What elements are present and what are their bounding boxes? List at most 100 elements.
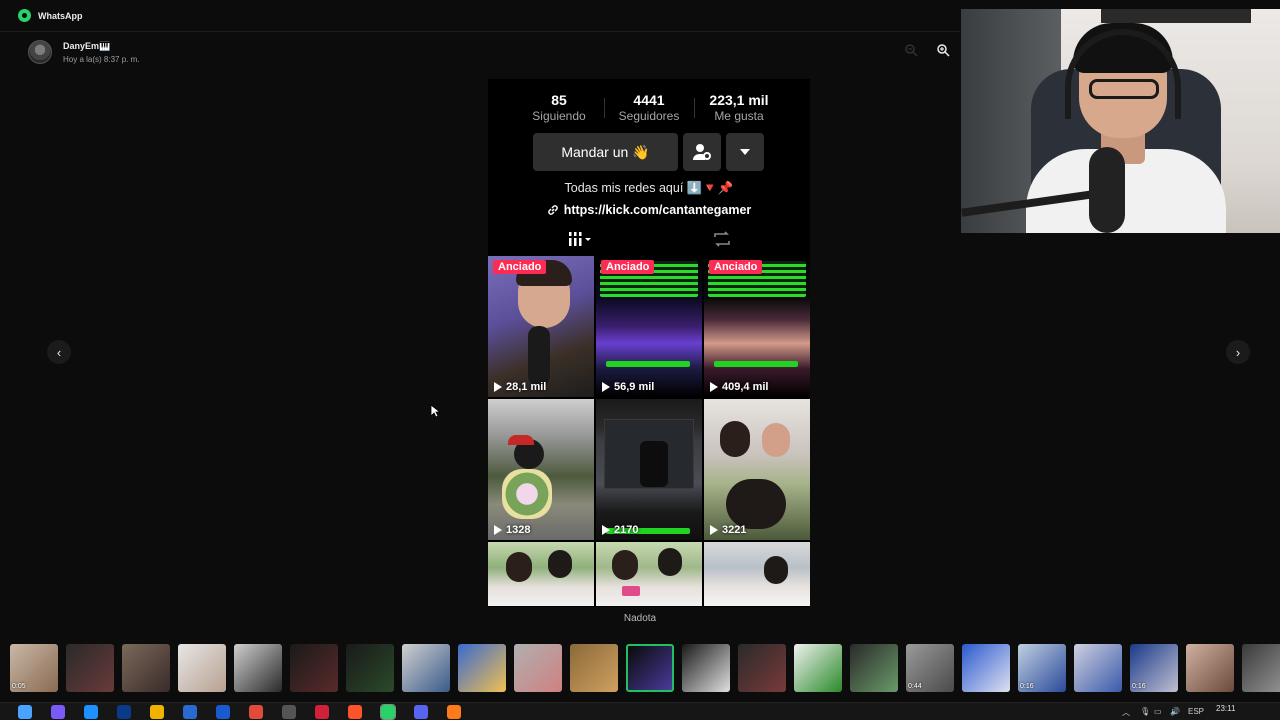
- view-count: 3221: [710, 524, 746, 536]
- outlook-icon[interactable]: [216, 705, 230, 719]
- media-thumbnail[interactable]: [346, 644, 394, 692]
- more-options-button[interactable]: [726, 133, 764, 171]
- volume-icon[interactable]: 🔊: [1170, 707, 1180, 716]
- user-settings-icon: [693, 144, 711, 160]
- media-caption: Nadota: [623, 613, 657, 624]
- media-image[interactable]: 85 Siguiendo 4441 Seguidores 223,1 mil M…: [488, 79, 810, 607]
- copilot-icon[interactable]: [51, 705, 65, 719]
- play-icon: [602, 525, 610, 535]
- media-thumbnail[interactable]: [850, 644, 898, 692]
- stat-followers[interactable]: 4441 Seguidores: [604, 92, 694, 123]
- app-title: WhatsApp: [38, 10, 83, 21]
- video-tile[interactable]: Anciado 56,9 mil: [596, 256, 702, 397]
- media-thumbnail[interactable]: [1186, 644, 1234, 692]
- whatsapp-icon[interactable]: [380, 704, 396, 720]
- video-tile[interactable]: [596, 542, 702, 606]
- media-thumbnail[interactable]: [66, 644, 114, 692]
- media-thumbnail[interactable]: [402, 644, 450, 692]
- repost-tab-icon[interactable]: [712, 231, 732, 247]
- play-icon: [710, 525, 718, 535]
- video-duration: 0:16: [1020, 683, 1034, 690]
- media-thumbnail[interactable]: [234, 644, 282, 692]
- zoom-out-icon[interactable]: [904, 43, 918, 57]
- microphone-icon[interactable]: 🎙: [1140, 707, 1150, 716]
- stat-following[interactable]: 85 Siguiendo: [514, 92, 604, 123]
- video-tile[interactable]: 1328: [488, 399, 594, 540]
- video-duration: 0:05: [12, 683, 26, 690]
- title-bar: WhatsApp: [0, 0, 960, 32]
- network-icon[interactable]: ▭: [1154, 707, 1162, 716]
- mouse-cursor-icon: [430, 404, 440, 418]
- video-tile[interactable]: Anciado 409,4 mil: [704, 256, 810, 397]
- link-icon: [547, 205, 558, 215]
- media-thumbnail[interactable]: 0:16: [1018, 644, 1066, 692]
- media-thumbnail[interactable]: 0:16: [1130, 644, 1178, 692]
- next-media-button[interactable]: ›: [1226, 340, 1250, 364]
- add-friend-button[interactable]: [683, 133, 721, 171]
- caret-down-icon: [740, 149, 750, 155]
- edge-icon[interactable]: [84, 705, 98, 719]
- media-thumbnail[interactable]: [458, 644, 506, 692]
- opera-gx-icon[interactable]: [315, 705, 329, 719]
- video-tile[interactable]: Anciado 28,1 mil: [488, 256, 594, 397]
- store-icon[interactable]: [183, 705, 197, 719]
- viewer-header: DanyEm🎹 Hoy a la(s) 8:37 p. m.: [0, 32, 960, 72]
- view-count: 28,1 mil: [494, 381, 546, 393]
- play-icon: [710, 382, 718, 392]
- videos-grid-tab-icon[interactable]: [568, 231, 592, 247]
- view-count: 56,9 mil: [602, 381, 654, 393]
- windows-taskbar: ︿ 🎙 ▭ 🔊 ESP 23:11: [0, 702, 1280, 720]
- pinned-badge: Anciado: [601, 260, 655, 274]
- app-icon[interactable]: [447, 705, 461, 719]
- media-thumbnail[interactable]: [738, 644, 786, 692]
- stat-likes[interactable]: 223,1 mil Me gusta: [694, 92, 784, 123]
- media-thumbnail[interactable]: [794, 644, 842, 692]
- profile-actions: Mandar un 👋: [533, 133, 764, 171]
- video-tile[interactable]: 3221: [704, 399, 810, 540]
- view-count: 409,4 mil: [710, 381, 768, 393]
- video-tile[interactable]: [488, 542, 594, 606]
- video-tile[interactable]: [704, 542, 810, 606]
- profile-bio: Todas mis redes aquí ⬇️🔻📌: [564, 181, 734, 195]
- video-tile[interactable]: 2170: [596, 399, 702, 540]
- media-thumbnail[interactable]: [514, 644, 562, 692]
- media-thumbnail-strip: 0:05 0:44 0:16 0:16: [0, 641, 1280, 695]
- photoshop-icon[interactable]: [117, 705, 131, 719]
- clock[interactable]: 23:11: [1216, 704, 1235, 713]
- media-thumbnail[interactable]: [1242, 644, 1280, 692]
- send-wave-button[interactable]: Mandar un 👋: [533, 133, 678, 171]
- video-grid: Anciado 28,1 mil Anciado 56,9 mil Anciad…: [488, 256, 810, 606]
- whatsapp-icon: [18, 9, 31, 22]
- media-thumbnail[interactable]: 0:05: [10, 644, 58, 692]
- media-thumbnail[interactable]: [122, 644, 170, 692]
- media-thumbnail[interactable]: 0:44: [906, 644, 954, 692]
- previous-media-button[interactable]: ‹: [47, 340, 71, 364]
- chevron-right-icon: ›: [1235, 344, 1241, 360]
- profile-link[interactable]: https://kick.com/cantantegamer: [488, 203, 810, 217]
- video-duration: 0:44: [908, 683, 922, 690]
- media-thumbnail[interactable]: [1074, 644, 1122, 692]
- discord-icon[interactable]: [414, 705, 428, 719]
- language-indicator[interactable]: ESP: [1188, 707, 1204, 716]
- media-thumbnail[interactable]: [962, 644, 1010, 692]
- brave-icon[interactable]: [348, 705, 362, 719]
- avatar[interactable]: [28, 40, 52, 64]
- media-thumbnail[interactable]: [682, 644, 730, 692]
- profile-tabs: [488, 229, 810, 249]
- play-icon: [494, 525, 502, 535]
- zoom-in-icon[interactable]: [936, 43, 950, 57]
- media-thumbnail[interactable]: [178, 644, 226, 692]
- calendar-icon[interactable]: [249, 705, 263, 719]
- media-thumbnail[interactable]: [570, 644, 618, 692]
- windows-start-icon[interactable]: [18, 705, 32, 719]
- chevron-up-icon[interactable]: ︿: [1122, 707, 1130, 718]
- media-thumbnail[interactable]: [626, 644, 674, 692]
- webcam-overlay: [961, 9, 1280, 233]
- media-thumbnail[interactable]: [290, 644, 338, 692]
- message-timestamp: Hoy a la(s) 8:37 p. m.: [63, 54, 140, 64]
- sender-info: DanyEm🎹 Hoy a la(s) 8:37 p. m.: [63, 41, 139, 64]
- obs-icon[interactable]: [282, 705, 296, 719]
- file-explorer-icon[interactable]: [150, 705, 164, 719]
- sender-name[interactable]: DanyEm🎹: [63, 41, 139, 52]
- whatsapp-media-viewer: WhatsApp DanyEm🎹 Hoy a la(s) 8:37 p. m. …: [0, 0, 1280, 720]
